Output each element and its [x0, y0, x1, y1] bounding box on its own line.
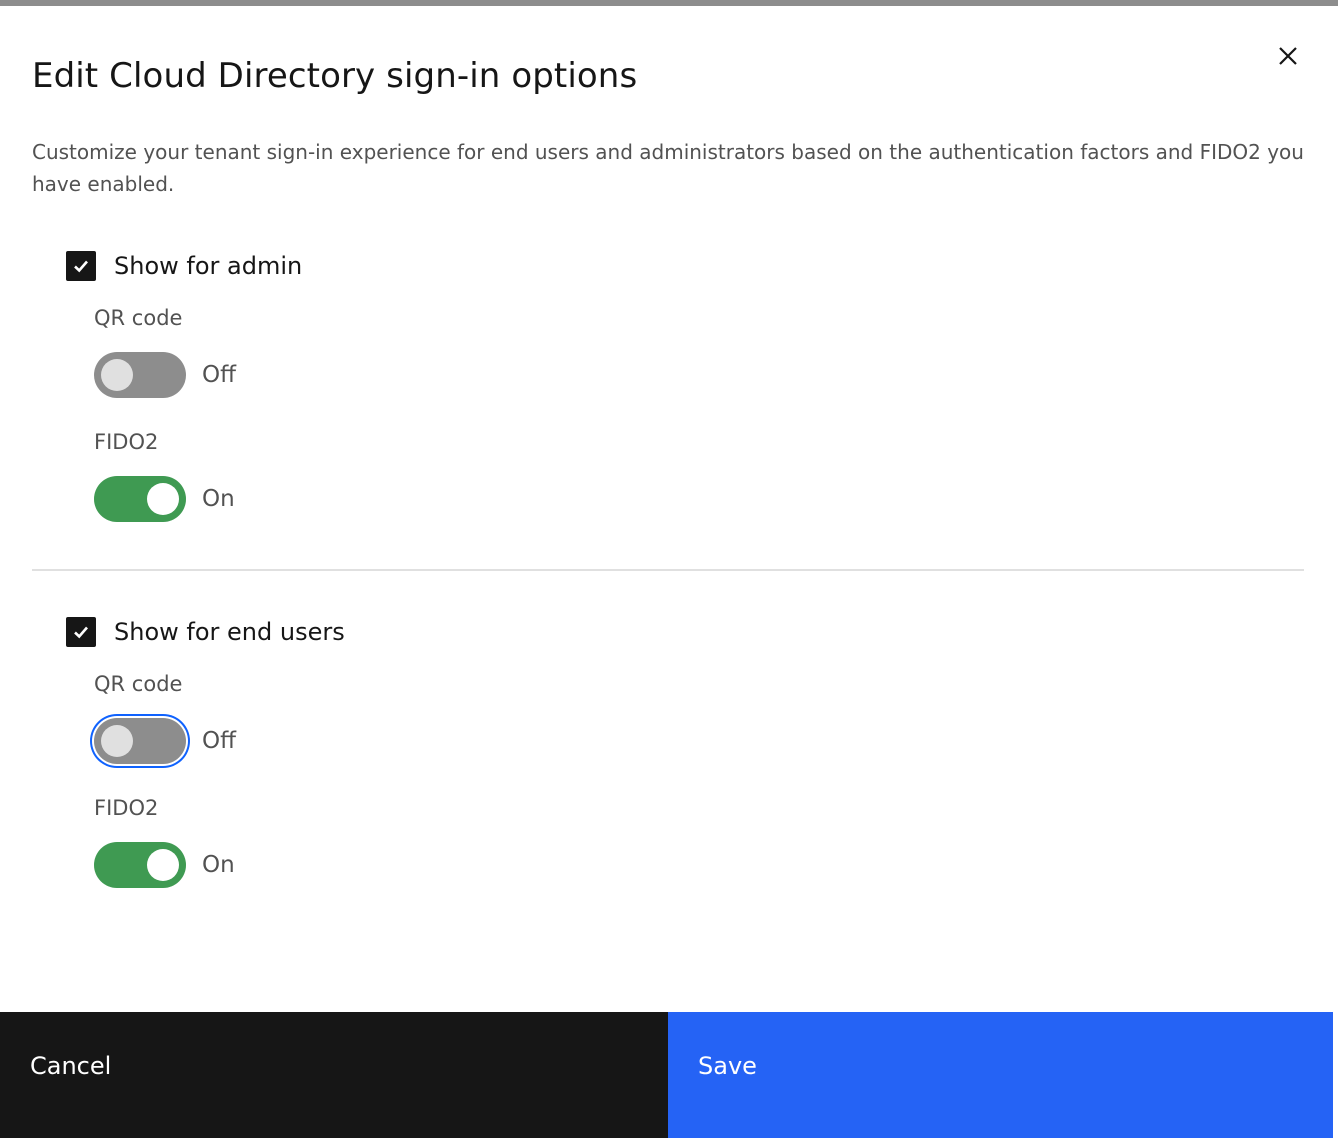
- checkbox-checked[interactable]: [66, 617, 96, 647]
- users-fido2-toggle[interactable]: [94, 842, 186, 888]
- users-qr-code-toggle[interactable]: [94, 718, 186, 764]
- save-button[interactable]: Save: [668, 1012, 1333, 1138]
- close-button[interactable]: [1268, 36, 1308, 76]
- toggle-state-text: On: [202, 486, 235, 512]
- show-for-admin-checkbox[interactable]: Show for admin: [66, 246, 302, 286]
- checkmark-icon: [74, 260, 88, 273]
- section-divider: [32, 569, 1304, 571]
- toggle-knob: [101, 725, 133, 757]
- checkmark-icon: [74, 626, 88, 639]
- modal-title: Edit Cloud Directory sign-in options: [32, 56, 638, 96]
- toggle-knob: [147, 849, 179, 881]
- users-fido-toggle-row: On: [94, 841, 235, 889]
- admin-qr-toggle-row: Off: [94, 351, 236, 399]
- top-rule: [0, 0, 1338, 6]
- checkbox-label: Show for admin: [114, 252, 303, 280]
- toggle-state-text: Off: [202, 728, 236, 754]
- fido2-label: FIDO2: [94, 430, 159, 454]
- modal-description: Customize your tenant sign-in experience…: [32, 140, 1304, 196]
- admin-fido2-toggle[interactable]: [94, 476, 186, 522]
- toggle-knob: [147, 483, 179, 515]
- fido2-label: FIDO2: [94, 796, 159, 820]
- modal-footer: Cancel Save: [0, 1012, 1338, 1138]
- admin-fido-toggle-row: On: [94, 475, 235, 523]
- toggle-state-text: Off: [202, 362, 236, 388]
- admin-qr-code-toggle[interactable]: [94, 352, 186, 398]
- toggle-knob: [101, 359, 133, 391]
- checkbox-checked[interactable]: [66, 251, 96, 281]
- cancel-button[interactable]: Cancel: [0, 1012, 668, 1138]
- users-qr-toggle-row: Off: [94, 717, 236, 765]
- qr-code-label: QR code: [94, 672, 183, 696]
- checkbox-label: Show for end users: [114, 618, 345, 646]
- footer-edge: [1333, 1012, 1338, 1138]
- qr-code-label: QR code: [94, 306, 183, 330]
- toggle-state-text: On: [202, 852, 235, 878]
- show-for-end-users-checkbox[interactable]: Show for end users: [66, 612, 345, 652]
- close-icon: [1279, 47, 1297, 65]
